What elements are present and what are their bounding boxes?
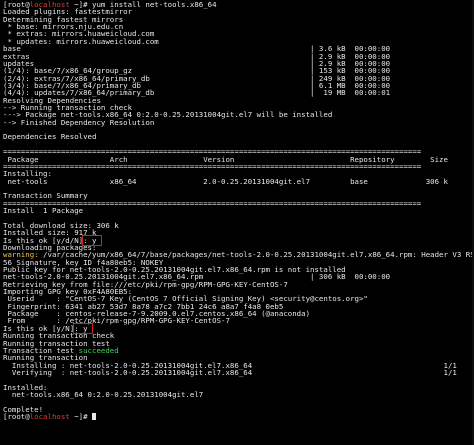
text-cursor[interactable] <box>92 413 96 421</box>
terminal-window[interactable]: [root@localhost ~]# yum install net-tool… <box>0 0 474 445</box>
hostname-text: localhost <box>29 412 70 422</box>
terminal-line: net-tools x86_64 2.0-0.25.20131004git.el… <box>3 177 474 185</box>
terminal-line: [root@localhost ~]# <box>3 413 474 420</box>
terminal-line: --> Finished Dependency Resolution <box>3 119 474 126</box>
terminal-line: Install 1 Package <box>3 207 474 214</box>
terminal-line: net-tools.x86_64 0:2.0-0.25.20131004git.… <box>3 391 474 398</box>
terminal-output: [root@localhost ~]# yum install net-tool… <box>3 1 474 421</box>
terminal-text: ~]# <box>69 412 92 422</box>
terminal-line: Dependencies Resolved <box>3 133 474 140</box>
terminal-text: [root@ <box>3 412 30 422</box>
terminal-line: ========================================… <box>3 163 474 170</box>
terminal-line: Verifying : net-tools-2.0-0.25.20131004g… <box>3 369 474 376</box>
